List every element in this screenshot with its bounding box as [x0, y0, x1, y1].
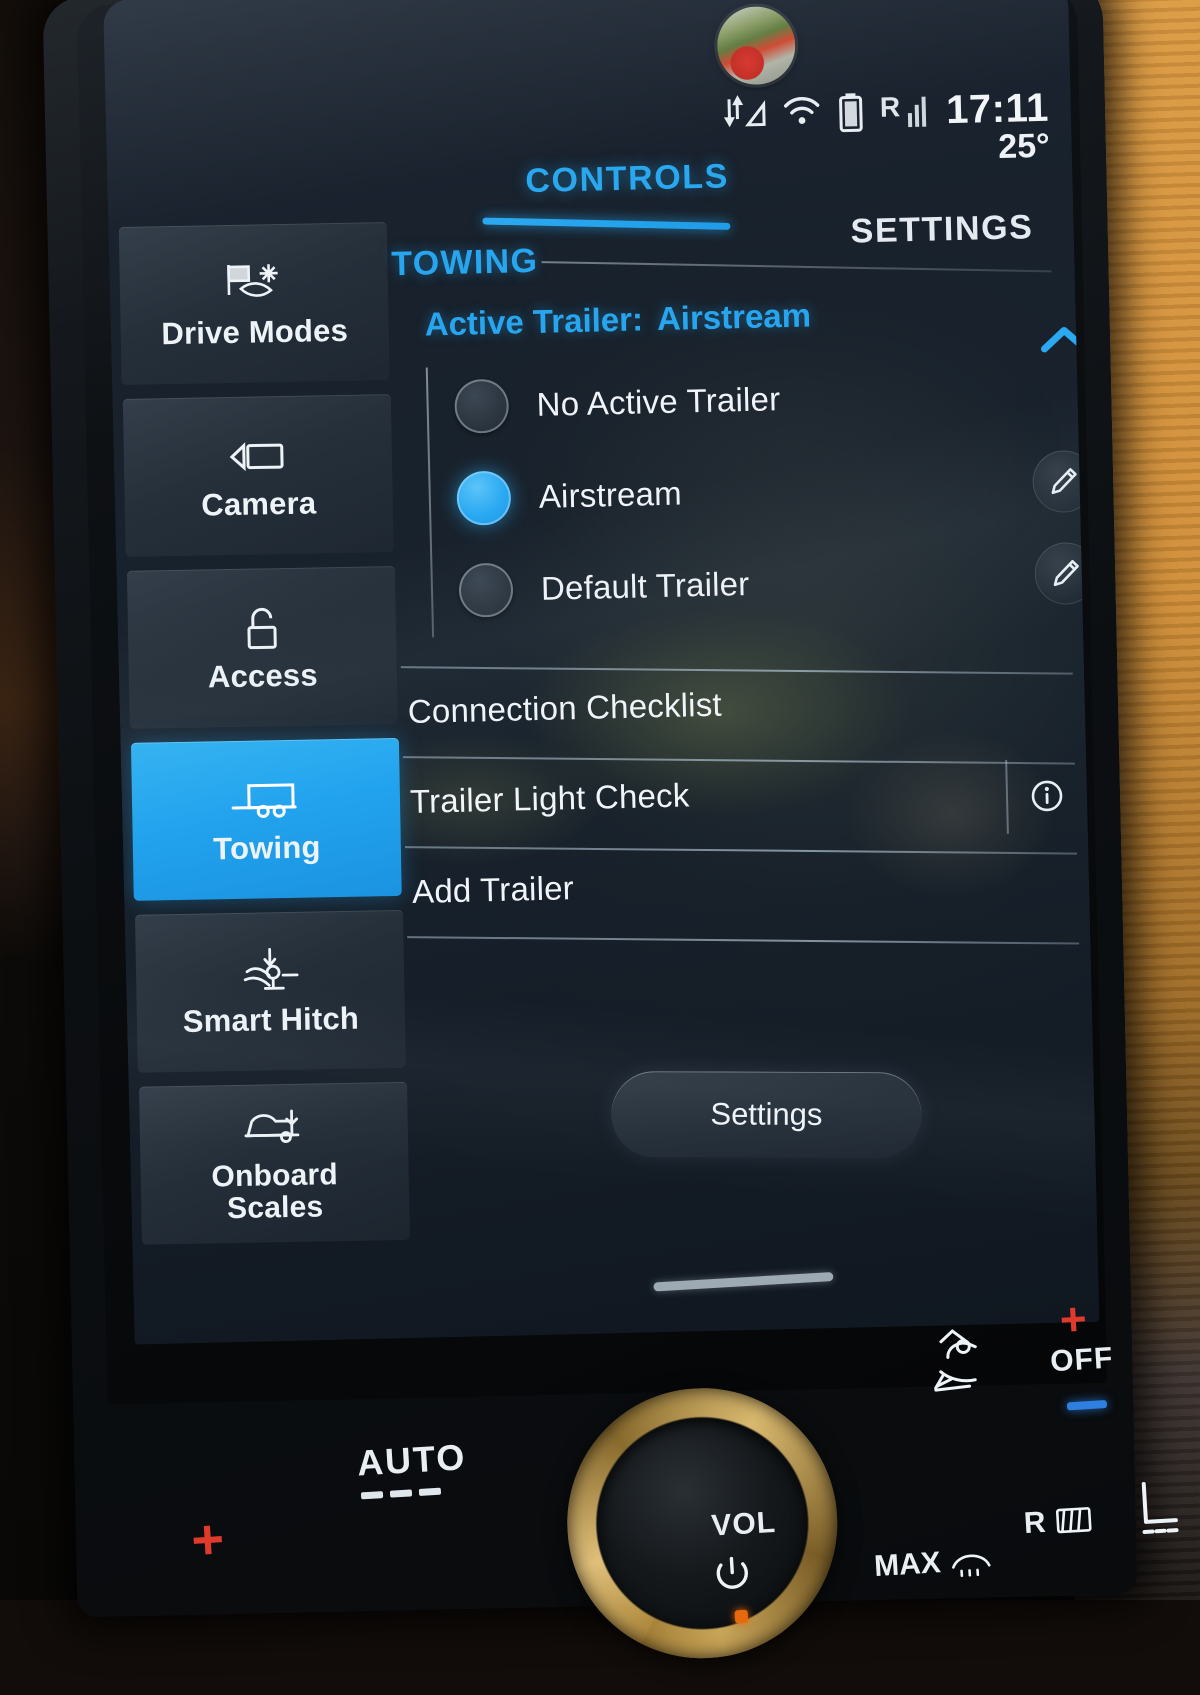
max-defrost-button[interactable]: MAX [873, 1543, 993, 1584]
sidebar-item-label-line1: Onboard [211, 1158, 338, 1193]
radio-airstream[interactable] [456, 471, 511, 526]
onboard-scales-icon [235, 1101, 312, 1154]
clock-temperature-group: 17:11 25° [946, 88, 1050, 166]
sidebar-item-label: Onboard Scales [211, 1159, 339, 1226]
settings-button-label: Settings [710, 1096, 822, 1132]
temp-down-button[interactable] [1067, 1400, 1107, 1410]
seat-position-icon [1127, 1475, 1194, 1559]
wifi-icon [782, 93, 823, 128]
camera-icon [221, 429, 294, 482]
trailer-option-row[interactable]: No Active Trailer [428, 346, 1068, 453]
smart-hitch-icon [235, 945, 306, 998]
heated-seat-button[interactable] [910, 1324, 1008, 1429]
sidebar-item-access[interactable]: Access [127, 566, 398, 729]
data-transfer-icon [720, 94, 767, 133]
trailer-option-label: Airstream [538, 475, 682, 516]
trailer-option-row[interactable]: Default Trailer [432, 530, 1072, 637]
active-trailer-value: Airstream [657, 296, 812, 337]
drive-modes-icon [218, 257, 289, 310]
active-trailer-summary: Active Trailer: Airstream [424, 290, 1065, 343]
trailer-option-row[interactable]: Airstream [430, 438, 1070, 545]
rear-defrost-icon [1052, 1503, 1096, 1539]
row-label: Trailer Light Check [410, 776, 690, 821]
sidebar-item-camera[interactable]: Camera [123, 394, 394, 557]
temp-up-button[interactable]: + [1058, 1291, 1088, 1346]
settings-button[interactable]: Settings [611, 1071, 921, 1158]
volume-label: VOL [710, 1506, 777, 1544]
towing-panel: TOWING Active Trailer: Airstream No Activ… [391, 229, 1079, 938]
sidebar-item-drive-modes[interactable]: Drive Modes [119, 222, 390, 385]
sidebar-item-label-line2: Scales [227, 1190, 324, 1225]
title-divider [542, 261, 1052, 272]
infotainment-screen: R 17:11 25° CONTROLS SETTINGS [103, 0, 1099, 1345]
max-defrost-label: MAX [873, 1546, 942, 1584]
info-icon[interactable] [1028, 777, 1067, 816]
avatar[interactable] [716, 6, 796, 86]
page-title: TOWING [391, 242, 539, 283]
tab-controls[interactable]: CONTROLS [525, 157, 729, 201]
rear-defrost-button[interactable]: R [1023, 1503, 1096, 1541]
power-icon[interactable] [709, 1549, 756, 1596]
sidebar-item-smart-hitch[interactable]: Smart Hitch [135, 910, 406, 1073]
battery-icon [838, 92, 865, 133]
temp-off-button[interactable]: OFF [1049, 1342, 1114, 1380]
signal-bars-icon [906, 91, 929, 130]
radio-default-trailer[interactable] [458, 563, 513, 618]
row-separator [1005, 760, 1009, 834]
sidebar-item-label: Smart Hitch [183, 1002, 360, 1039]
status-bar: R 17:11 25° [720, 88, 1051, 171]
active-trailer-label: Active Trailer: [424, 300, 643, 342]
front-defrost-icon [948, 1545, 994, 1578]
rear-defrost-label: R [1023, 1506, 1047, 1541]
outside-temperature: 25° [998, 127, 1050, 166]
sidebar: Drive Modes Camera [118, 221, 410, 1259]
auto-button[interactable]: AUTO [356, 1436, 468, 1484]
towing-actions-list: Connection Checklist Trailer Light Check [401, 650, 1079, 938]
power-indicator-dot [735, 1610, 749, 1624]
trailer-option-label: Default Trailer [541, 565, 750, 608]
sidebar-item-label: Towing [213, 831, 321, 866]
row-label: Connection Checklist [407, 686, 722, 731]
sidebar-item-label: Access [208, 659, 318, 694]
row-label: Add Trailer [412, 869, 575, 911]
sidebar-item-towing[interactable]: Towing [131, 738, 402, 901]
row-info-group [1005, 759, 1067, 834]
seat-position-button[interactable] [1127, 1475, 1194, 1559]
sidebar-item-onboard-scales[interactable]: Onboard Scales [139, 1082, 410, 1245]
left-temp-up-button[interactable]: + [190, 1511, 226, 1569]
radio-no-active-trailer[interactable] [454, 379, 509, 434]
row-connection-checklist[interactable]: Connection Checklist [401, 652, 1075, 756]
heated-seat-icon [910, 1324, 1008, 1429]
signal-label: R [880, 91, 901, 123]
sidebar-item-label: Drive Modes [161, 314, 348, 351]
row-add-trailer[interactable]: Add Trailer [405, 832, 1079, 936]
home-indicator-bar[interactable] [653, 1272, 833, 1292]
active-tab-indicator [482, 217, 730, 229]
trailer-options-group: No Active Trailer Airstream Default Trai [394, 346, 1072, 638]
auto-indicator-dashes [361, 1488, 441, 1500]
trailer-icon [227, 773, 306, 826]
clock: 17:11 [946, 86, 1050, 132]
volume-knob[interactable] [560, 1380, 846, 1666]
sidebar-item-label: Camera [201, 487, 317, 523]
trailer-option-label: No Active Trailer [536, 380, 780, 424]
row-divider [407, 936, 1079, 944]
row-trailer-light-check[interactable]: Trailer Light Check [403, 742, 1077, 846]
unlock-padlock-icon [238, 601, 285, 654]
